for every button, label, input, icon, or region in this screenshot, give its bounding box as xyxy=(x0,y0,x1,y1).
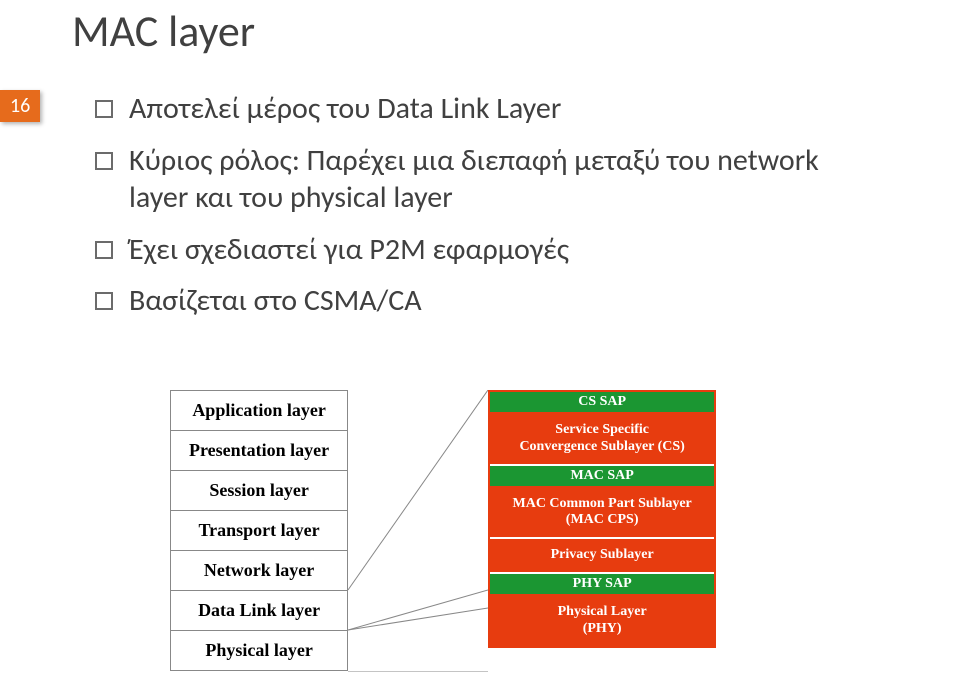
bullet-text: Κύριος ρόλος: Παρέχει μια διεπαφή μεταξύ… xyxy=(129,142,845,217)
bullet-square-icon xyxy=(95,100,113,118)
osi-stack: Application layer Presentation layer Ses… xyxy=(170,390,348,671)
bullet-list: Αποτελεί μέρος του Data Link Layer Κύριο… xyxy=(95,90,845,334)
list-item: Κύριος ρόλος: Παρέχει μια διεπαφή μεταξύ… xyxy=(95,142,845,217)
osi-row: Transport layer xyxy=(171,511,347,551)
sap-row: CS SAP xyxy=(490,392,714,414)
list-item: Αποτελεί μέρος του Data Link Layer xyxy=(95,90,845,128)
osi-row: Data Link layer xyxy=(171,591,347,631)
bullet-square-icon xyxy=(95,292,113,310)
bullet-text: Αποτελεί μέρος του Data Link Layer xyxy=(129,90,561,128)
list-item: Έχει σχεδιαστεί για P2M εφαρμογές xyxy=(95,231,845,269)
bullet-text: Βασίζεται στο CSMA/CA xyxy=(129,282,422,320)
sublayer-row: Privacy Sublayer xyxy=(490,539,714,574)
bullet-square-icon xyxy=(95,152,113,170)
sublayer-row: Service SpecificConvergence Sublayer (CS… xyxy=(490,414,714,466)
layer-diagram: Application layer Presentation layer Ses… xyxy=(170,390,716,672)
connector-lines xyxy=(348,390,488,672)
list-item: Βασίζεται στο CSMA/CA xyxy=(95,282,845,320)
sublayer-row: MAC Common Part Sublayer(MAC CPS) xyxy=(490,488,714,540)
sap-row: PHY SAP xyxy=(490,574,714,596)
sap-row: MAC SAP xyxy=(490,466,714,488)
page-title: MAC layer xyxy=(72,4,255,58)
slide-number-badge: 16 xyxy=(0,90,40,122)
osi-row: Presentation layer xyxy=(171,431,347,471)
connector-svg xyxy=(348,390,488,672)
osi-row: Session layer xyxy=(171,471,347,511)
bullet-text: Έχει σχεδιαστεί για P2M εφαρμογές xyxy=(129,231,569,269)
osi-row: Application layer xyxy=(171,391,347,431)
osi-row: Network layer xyxy=(171,551,347,591)
bullet-square-icon xyxy=(95,241,113,259)
mac-phy-stack: CS SAP Service SpecificConvergence Subla… xyxy=(488,390,716,648)
osi-row: Physical layer xyxy=(171,631,347,670)
sublayer-row: Physical Layer(PHY) xyxy=(490,596,714,646)
